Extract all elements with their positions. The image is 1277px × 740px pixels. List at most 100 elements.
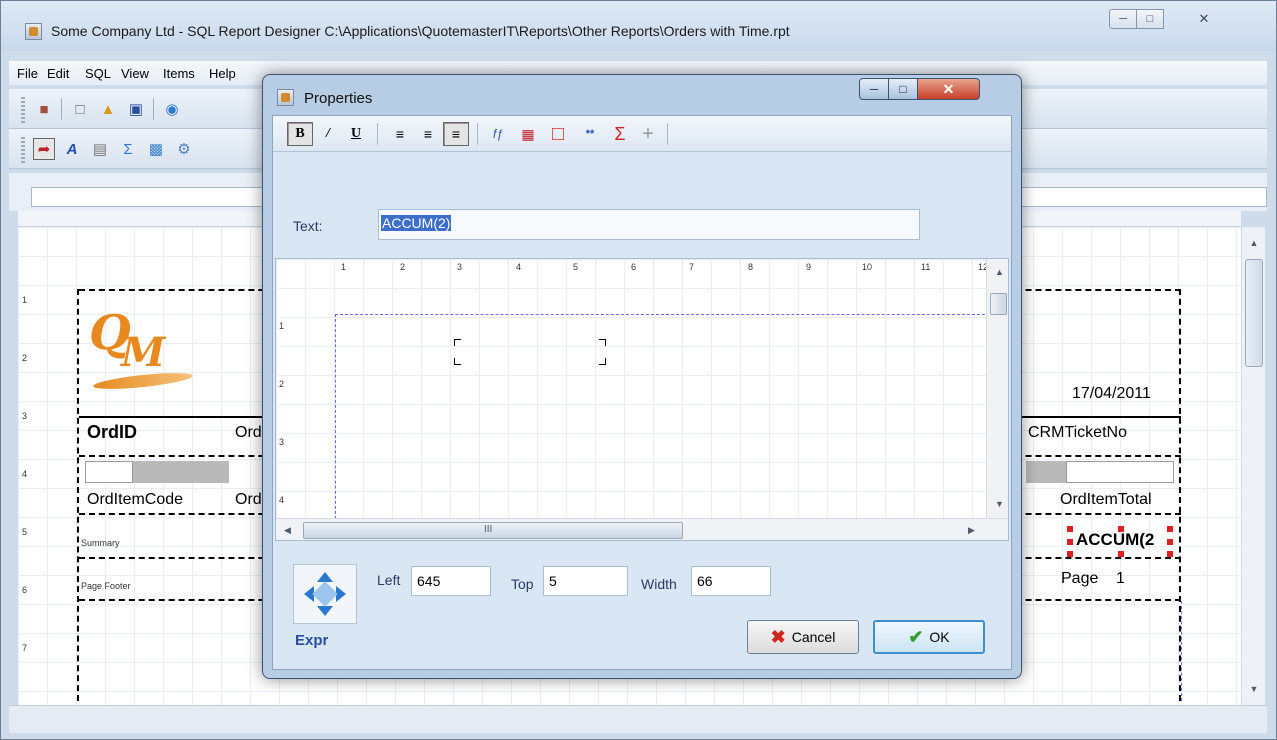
scroll-left-icon[interactable]: ◀ (284, 525, 291, 536)
preview-ruler-label: 3 (457, 262, 463, 272)
scroll-down-icon[interactable]: ▼ (995, 499, 1004, 509)
resize-handle[interactable] (1167, 539, 1173, 545)
color-grid-icon[interactable]: ▦ (515, 122, 541, 146)
dialog-minimize-button[interactable]: ─ (859, 78, 889, 100)
ok-check-icon: ✔ (908, 626, 924, 647)
dialog-maximize-button[interactable]: □ (888, 78, 918, 100)
scroll-right-icon[interactable]: ▶ (968, 525, 975, 536)
sum-tool-icon[interactable]: Σ (117, 138, 139, 160)
field-ord-partial[interactable]: Ord (235, 491, 262, 509)
font-icon[interactable]: fƒ (485, 122, 511, 146)
field-item-total[interactable]: OrdItemTotal (1060, 491, 1152, 509)
toolbar-separator (477, 123, 478, 145)
new-file-icon[interactable]: □ (69, 98, 91, 120)
align-right-icon[interactable]: ≡ (443, 122, 469, 146)
resize-handle[interactable] (1167, 551, 1173, 557)
field-box[interactable] (1066, 461, 1174, 483)
move-arrows-icon[interactable] (293, 564, 357, 624)
resize-handle[interactable] (1067, 526, 1073, 532)
field-tool-icon[interactable]: ▤ (89, 138, 111, 160)
align-left-icon[interactable]: ≡ (387, 122, 413, 146)
width-label: Width (641, 576, 677, 592)
field-accum[interactable]: ACCUM(2 (1076, 530, 1154, 550)
field-crm-ticket[interactable]: CRMTicketNo (1028, 424, 1127, 442)
dialog-title: Properties (304, 90, 373, 107)
resize-handle[interactable] (1118, 526, 1124, 532)
field-ord-partial[interactable]: Ord (235, 424, 262, 442)
maximize-button[interactable]: □ (1136, 9, 1164, 29)
field-item-code[interactable]: OrdItemCode (87, 491, 183, 509)
dialog-close-button[interactable]: ✕ (917, 78, 980, 100)
preview-horizontal-scrollbar[interactable]: ◀ III ▶ (276, 518, 1008, 540)
field-box[interactable] (1026, 461, 1066, 483)
italic-icon[interactable]: / (315, 122, 341, 146)
field-box[interactable] (133, 461, 229, 483)
sum-icon[interactable]: Σ (607, 122, 633, 146)
menu-view[interactable]: View (121, 66, 149, 81)
scroll-up-icon[interactable]: ▲ (995, 267, 1004, 277)
preview-ruler-label: 2 (279, 379, 285, 389)
preview-ruler-label: 1 (341, 262, 347, 272)
left-input[interactable]: 645 (411, 566, 491, 596)
resize-handle[interactable] (1067, 539, 1073, 545)
top-label: Top (511, 576, 534, 592)
expr-link[interactable]: Expr (295, 632, 328, 649)
field-ordid[interactable]: OrdID (87, 422, 137, 443)
company-logo[interactable]: Q M (83, 295, 201, 405)
preview-vertical-scrollbar[interactable]: ▲ ▼ (986, 259, 1008, 519)
resize-handle[interactable] (1067, 551, 1073, 557)
underline-icon[interactable]: U (343, 122, 369, 146)
scroll-thumb[interactable]: III (303, 522, 683, 539)
close-button[interactable]: ✕ (1163, 9, 1245, 29)
scroll-up-icon[interactable]: ▲ (1242, 233, 1266, 253)
preview-canvas[interactable]: 1 2 3 4 5 6 7 8 9 10 11 12 1 2 3 4 ▲ ▼ ◀… (275, 258, 1009, 541)
app-icon (25, 23, 42, 40)
scroll-thumb[interactable] (990, 293, 1007, 315)
toolbar-separator (153, 98, 154, 120)
resize-handle[interactable] (1118, 551, 1124, 557)
preview-ruler-label: 9 (806, 262, 812, 272)
pointer-tool-icon[interactable]: ➦ (33, 138, 55, 160)
text-input[interactable]: ACCUM(2) (378, 209, 920, 240)
open-folder-icon[interactable]: ▲ (97, 98, 119, 120)
cancel-button[interactable]: ✖ Cancel (747, 620, 859, 654)
field-date[interactable]: 17/04/2011 (1072, 385, 1151, 403)
menu-file[interactable]: File (17, 66, 38, 81)
preview-ruler-label: 8 (748, 262, 754, 272)
preview-text-box[interactable] (454, 339, 606, 365)
bold-icon[interactable]: B (287, 122, 313, 146)
menu-items[interactable]: Items (163, 66, 195, 81)
top-input[interactable]: 5 (543, 566, 628, 596)
resize-handle[interactable] (1167, 526, 1173, 532)
band-label-page-footer: Page Footer (81, 581, 131, 591)
field-page-label[interactable]: Page (1061, 570, 1098, 588)
dialog-title-bar[interactable]: Properties ─ □ ✕ (263, 75, 1021, 115)
ruler-v-label: 6 (22, 585, 28, 595)
menu-help[interactable]: Help (209, 66, 236, 81)
globe-icon[interactable]: ◉ (161, 98, 183, 120)
align-center-icon[interactable]: ≡ (415, 122, 441, 146)
ok-button[interactable]: ✔ OK (873, 620, 985, 654)
add-icon[interactable]: + (635, 122, 661, 146)
minimize-button[interactable]: ─ (1109, 9, 1137, 29)
menu-sql[interactable]: SQL (85, 66, 111, 81)
toolbar-grip[interactable] (21, 137, 25, 163)
ruler-v-label: 3 (22, 411, 28, 421)
vertical-scrollbar[interactable]: ▲ ▼ (1241, 227, 1265, 705)
toolbar-grip[interactable] (21, 97, 25, 123)
image-tool-icon[interactable]: ▩ (145, 138, 167, 160)
border-icon[interactable]: □ (545, 122, 571, 146)
settings-tool-icon[interactable]: ⚙ (173, 138, 195, 160)
scroll-thumb[interactable] (1245, 259, 1263, 367)
save-icon[interactable]: ▣ (125, 98, 147, 120)
field-box[interactable] (85, 461, 133, 483)
preview-ruler-label: 3 (279, 437, 285, 447)
scroll-down-icon[interactable]: ▼ (1242, 679, 1266, 699)
preview-ruler-label: 10 (862, 262, 873, 272)
delete-report-icon[interactable]: ■ (33, 98, 55, 120)
hash-format-icon[interactable]: ** (577, 122, 603, 146)
menu-edit[interactable]: Edit (47, 66, 69, 81)
width-input[interactable]: 66 (691, 566, 771, 596)
text-tool-icon[interactable]: A (61, 138, 83, 160)
field-page-number[interactable]: 1 (1116, 570, 1125, 588)
